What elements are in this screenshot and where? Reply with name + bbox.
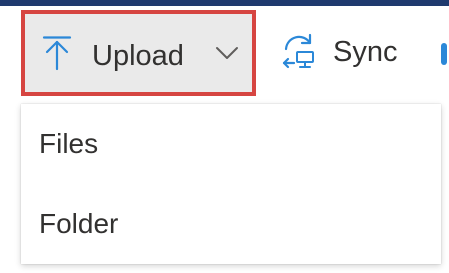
upload-button-label: Upload [92, 40, 184, 72]
menu-item-files[interactable]: Files [21, 104, 441, 184]
upload-arrow-icon [42, 36, 72, 71]
menu-item-folder-label: Folder [39, 208, 119, 239]
menu-item-folder[interactable]: Folder [21, 184, 441, 264]
upload-button[interactable]: Upload [21, 10, 256, 96]
sync-button[interactable]: Sync [274, 10, 424, 96]
sync-icon [282, 33, 314, 69]
sync-button-label: Sync [333, 36, 398, 68]
menu-item-files-label: Files [39, 128, 99, 159]
command-bar: Upload Sync [0, 6, 449, 104]
partially-visible-icon [441, 43, 447, 65]
chevron-down-icon [216, 47, 238, 59]
upload-dropdown-menu: Files Folder [21, 104, 441, 264]
